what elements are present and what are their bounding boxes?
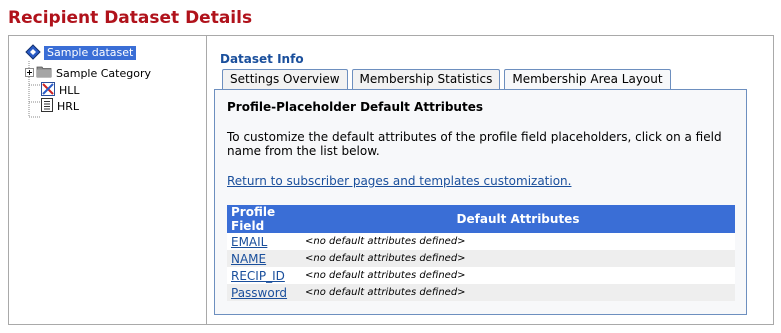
hll-icon xyxy=(41,81,55,99)
attribute-value: <no default attributes defined> xyxy=(301,284,735,301)
dataset-tree-pane: Sample dataset Sample Category HLL HRL xyxy=(9,36,207,324)
section-title: Dataset Info xyxy=(220,52,304,66)
tree-item-sample-category[interactable]: Sample Category xyxy=(25,66,151,80)
column-header-default-attributes: Default Attributes xyxy=(301,205,735,233)
tree-item-label: Sample dataset xyxy=(44,46,137,60)
expand-toggle-icon[interactable] xyxy=(25,67,34,80)
tab-bar: Settings Overview Membership Statistics … xyxy=(222,69,675,91)
field-link-name[interactable]: NAME xyxy=(231,252,266,266)
tab-panel: Profile-Placeholder Default Attributes T… xyxy=(214,89,747,315)
panel-instructions: To customize the default attributes of t… xyxy=(227,130,722,158)
tree-item-hll[interactable]: HLL xyxy=(41,81,80,99)
dataset-icon xyxy=(25,43,41,63)
table-header-row: Profile Field Default Attributes xyxy=(227,205,735,233)
app-frame: Recipient Dataset Details Sample dataset xyxy=(0,0,781,333)
page-title: Recipient Dataset Details xyxy=(8,8,253,28)
tree-item-label: Sample Category xyxy=(56,66,151,80)
table-row: EMAIL <no default attributes defined> xyxy=(227,233,735,250)
field-link-email[interactable]: EMAIL xyxy=(231,235,267,249)
hrl-icon xyxy=(41,97,53,115)
tab-membership-area-layout[interactable]: Membership Area Layout xyxy=(504,69,671,91)
tree-item-label: HRL xyxy=(57,99,80,113)
tree-item-hrl[interactable]: HRL xyxy=(41,97,80,115)
field-link-recip-id[interactable]: RECIP_ID xyxy=(231,269,285,283)
folder-icon xyxy=(36,65,52,81)
column-header-profile-field: Profile Field xyxy=(227,205,301,233)
tab-membership-statistics[interactable]: Membership Statistics xyxy=(351,69,501,90)
attribute-value: <no default attributes defined> xyxy=(301,250,735,267)
dataset-details-panel: Sample dataset Sample Category HLL HRL D… xyxy=(8,35,774,325)
attribute-value: <no default attributes defined> xyxy=(301,233,735,250)
table-row: Password <no default attributes defined> xyxy=(227,284,735,301)
table-row: RECIP_ID <no default attributes defined> xyxy=(227,267,735,284)
attribute-value: <no default attributes defined> xyxy=(301,267,735,284)
default-attributes-table: Profile Field Default Attributes EMAIL <… xyxy=(227,205,735,301)
tree-item-sample-dataset[interactable]: Sample dataset xyxy=(25,43,137,63)
tab-settings-overview[interactable]: Settings Overview xyxy=(222,69,348,90)
panel-heading: Profile-Placeholder Default Attributes xyxy=(227,100,483,114)
tree-item-label: HLL xyxy=(59,83,80,97)
field-link-password[interactable]: Password xyxy=(231,286,287,300)
return-to-customization-link[interactable]: Return to subscriber pages and templates… xyxy=(227,174,571,188)
table-row: NAME <no default attributes defined> xyxy=(227,250,735,267)
dataset-info-pane: Dataset Info Settings Overview Membershi… xyxy=(208,36,773,324)
